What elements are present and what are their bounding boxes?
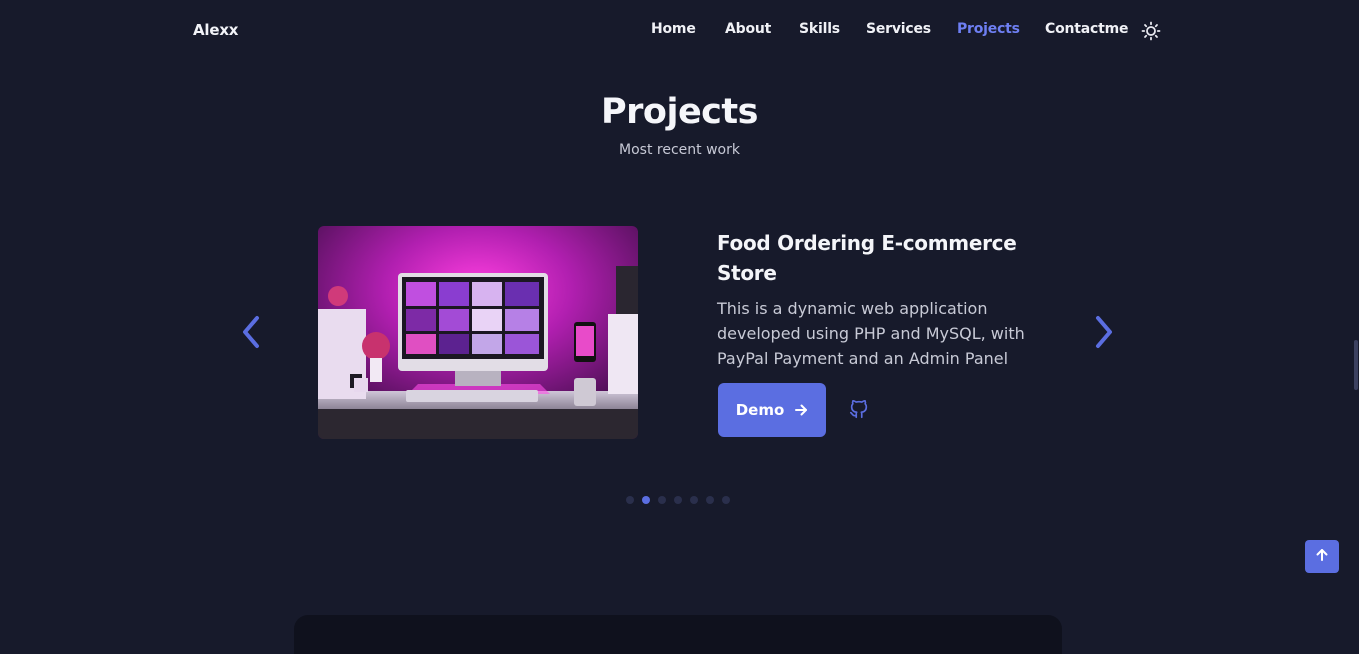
project-title: Food Ordering E-commerce Store: [717, 231, 1017, 285]
pagination-dot[interactable]: [674, 496, 682, 504]
page-scrollbar[interactable]: [1353, 0, 1359, 654]
section-title: Projects: [600, 92, 759, 132]
pagination-dot-active[interactable]: [642, 496, 650, 504]
chevron-left-icon[interactable]: [238, 314, 264, 350]
arrow-right-icon: [794, 403, 808, 417]
chevron-right-icon[interactable]: [1091, 314, 1117, 350]
next-section-card: [294, 615, 1062, 654]
scrollbar-thumb[interactable]: [1354, 340, 1358, 390]
pagination-dot[interactable]: [626, 496, 634, 504]
arrow-up-icon: [1315, 547, 1329, 566]
section-subtitle: Most recent work: [619, 142, 740, 158]
nav-projects[interactable]: Projects: [957, 21, 1020, 37]
project-image: [318, 226, 638, 439]
scroll-up-button[interactable]: [1305, 540, 1339, 573]
demo-button[interactable]: Demo: [718, 383, 826, 437]
nav-about[interactable]: About: [725, 21, 771, 37]
pagination-dot[interactable]: [658, 496, 666, 504]
project-description: This is a dynamic web application develo…: [717, 299, 1025, 368]
pagination-dot[interactable]: [722, 496, 730, 504]
nav-services[interactable]: Services: [866, 21, 931, 37]
github-icon[interactable]: [848, 398, 870, 420]
pagination-dot[interactable]: [690, 496, 698, 504]
portfolio-page: Alexx Home About Skills Services Project…: [0, 0, 1359, 654]
nav-contactme[interactable]: Contactme: [1045, 21, 1128, 37]
carousel-pagination: [626, 496, 730, 504]
site-header: Alexx Home About Skills Services Project…: [0, 0, 1359, 62]
nav-skills[interactable]: Skills: [799, 21, 840, 37]
pagination-dot[interactable]: [706, 496, 714, 504]
sun-icon[interactable]: [1141, 21, 1161, 41]
nav-home[interactable]: Home: [651, 21, 696, 37]
demo-button-label: Demo: [735, 401, 785, 419]
